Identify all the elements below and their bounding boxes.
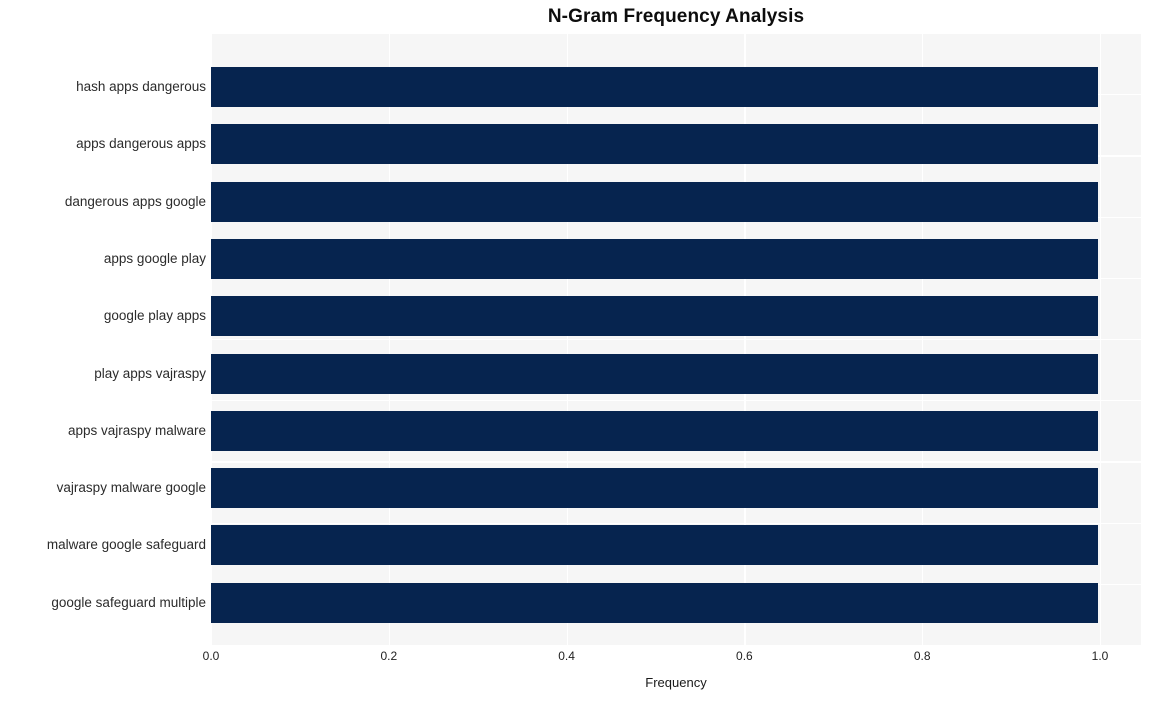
vertical-gridline [1100, 33, 1102, 645]
horizontal-gridline [211, 339, 1141, 341]
y-tick-label: google play apps [103, 308, 206, 323]
y-tick-label: play apps vajraspy [94, 366, 206, 381]
chart-title: N-Gram Frequency Analysis [547, 6, 805, 27]
bar [211, 67, 1098, 107]
x-tick-label: 0.8 [913, 649, 931, 663]
y-tick-label: dangerous apps google [64, 194, 206, 209]
y-tick-label: google safeguard multiple [51, 595, 206, 610]
horizontal-gridline [211, 522, 1141, 524]
bar [211, 411, 1098, 451]
x-tick-label: 0.6 [736, 649, 753, 663]
y-tick-label: apps vajraspy malware [67, 423, 206, 438]
x-tick-label: 0.4 [558, 649, 575, 663]
ngram-frequency-chart: N-Gram Frequency Analysis hash apps dang… [0, 0, 1151, 701]
bar [211, 182, 1098, 222]
plot-area [211, 33, 1141, 645]
x-axis-label: Frequency [645, 675, 707, 690]
bar [211, 583, 1098, 623]
bar [211, 354, 1098, 394]
y-tick-label: apps google play [103, 251, 206, 266]
bar [211, 124, 1098, 164]
x-tick-label: 0.0 [202, 649, 220, 663]
y-tick-label: vajraspy malware google [56, 480, 206, 495]
horizontal-gridline [211, 33, 1141, 35]
bar [211, 239, 1098, 279]
y-axis-tick-labels: hash apps dangerous apps dangerous apps da… [0, 33, 206, 645]
bar [211, 296, 1098, 336]
x-axis-tick-labels: 0.0 0.2 0.4 0.6 0.8 1.0 [203, 649, 1141, 668]
bar [211, 468, 1098, 508]
x-tick-label: 0.2 [380, 649, 398, 663]
bar [211, 525, 1098, 565]
horizontal-gridline [211, 461, 1141, 463]
horizontal-gridline [211, 400, 1141, 402]
y-tick-label: hash apps dangerous [76, 79, 206, 94]
y-tick-label: malware google safeguard [46, 537, 206, 552]
y-tick-label: apps dangerous apps [76, 136, 206, 151]
x-tick-label: 1.0 [1091, 649, 1109, 663]
